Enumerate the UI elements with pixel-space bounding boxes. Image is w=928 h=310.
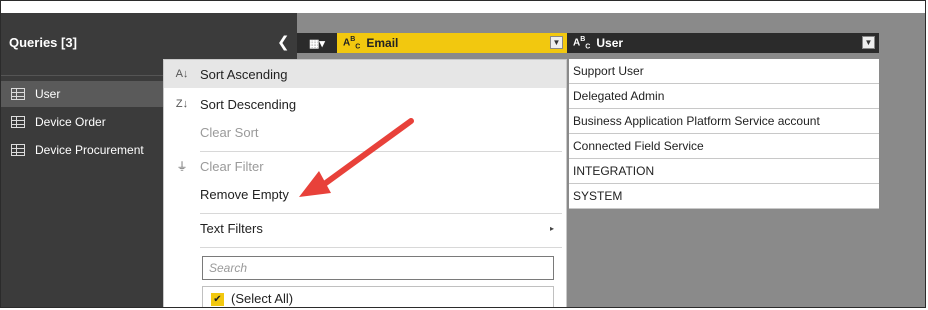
app-window: Queries [3] ❮ User Device Order Device P… <box>0 0 926 308</box>
table-cell[interactable]: SYSTEM <box>569 184 879 209</box>
column-header-email[interactable]: ABC Email ▼ <box>337 33 567 53</box>
table-icon <box>11 116 25 128</box>
column-header-label: User <box>596 36 624 50</box>
column-header-label: Email <box>366 36 399 50</box>
menu-item-label: Clear Filter <box>200 158 264 174</box>
checkbox-checked-icon[interactable]: ✔ <box>211 293 224 306</box>
table-cell[interactable]: Business Application Platform Service ac… <box>569 109 879 134</box>
abc-icon: ABC <box>573 35 591 51</box>
sort-descending-item[interactable]: Z↓ Sort Descending <box>164 90 566 118</box>
table-icon <box>11 88 25 100</box>
menu-item-label: Text Filters <box>200 220 263 236</box>
remove-empty-item[interactable]: Remove Empty <box>164 180 566 208</box>
menu-item-label: Clear Sort <box>200 124 259 140</box>
menu-item-label: Sort Descending <box>200 96 297 112</box>
table-icon: ▦▾ <box>309 37 325 50</box>
table-cell[interactable]: Connected Field Service <box>569 134 879 159</box>
query-item-label: Device Procurement <box>35 143 144 157</box>
abc-icon: ABC <box>343 35 361 51</box>
clear-filter-icon: ⏚ <box>176 161 188 173</box>
sort-ascending-item[interactable]: A↓ Sort Ascending <box>164 60 566 88</box>
queries-title: Queries [3] <box>9 35 77 50</box>
text-filters-item[interactable]: Text Filters ▸ <box>164 214 566 242</box>
sort-descending-icon: Z↓ <box>175 98 189 110</box>
user-column-cells: Support User Delegated Admin Business Ap… <box>569 59 879 209</box>
column-filter-menu: A↓ Sort Ascending Z↓ Sort Descending Cle… <box>163 59 567 307</box>
clear-filter-item[interactable]: ⏚ Clear Filter <box>164 152 566 180</box>
table-menu-button[interactable]: ▦▾ <box>297 33 337 53</box>
table-cell[interactable]: Delegated Admin <box>569 84 879 109</box>
query-item-label: User <box>35 87 61 101</box>
filter-dropdown-button[interactable]: ▼ <box>550 36 563 49</box>
chevron-left-icon[interactable]: ❮ <box>277 33 290 51</box>
clear-sort-item[interactable]: Clear Sort <box>164 118 566 146</box>
search-input[interactable]: Search <box>202 256 554 280</box>
sort-ascending-icon: A↓ <box>175 68 189 80</box>
menu-item-label: Sort Ascending <box>200 66 288 82</box>
table-cell[interactable]: Support User <box>569 59 879 84</box>
chevron-right-icon: ▸ <box>549 223 554 233</box>
query-item-user[interactable]: User <box>1 81 163 107</box>
column-header-user[interactable]: ABC User ▼ <box>567 33 879 53</box>
value-list: ✔ (Select All) <box>202 286 554 307</box>
filter-dropdown-button[interactable]: ▼ <box>862 36 875 49</box>
query-item-label: Device Order <box>35 115 106 129</box>
top-strip <box>1 1 925 13</box>
table-icon <box>11 144 25 156</box>
menu-separator <box>200 247 562 248</box>
select-all-label[interactable]: (Select All) <box>231 291 293 306</box>
table-cell[interactable]: INTEGRATION <box>569 159 879 184</box>
menu-item-label: Remove Empty <box>200 186 289 202</box>
